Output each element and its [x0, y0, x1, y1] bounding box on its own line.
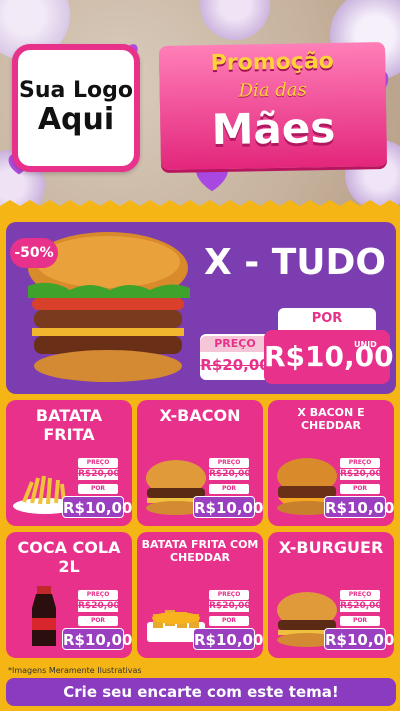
- new-price: R$10,00: [62, 496, 132, 518]
- new-price: R$10,00: [62, 628, 132, 650]
- promo-subtitle: Dia das: [238, 79, 307, 102]
- por-label: POR: [278, 308, 376, 330]
- promo-title: Promoção: [210, 48, 335, 77]
- product-title: X-BACON: [159, 406, 241, 425]
- price-block: PREÇO R$20,00 POR R$10,00: [193, 590, 263, 652]
- logo-line-1: Sua Logo: [18, 78, 133, 104]
- old-price: R$20,00: [340, 601, 382, 612]
- discount-badge: -50%: [10, 238, 58, 268]
- por-label: POR: [340, 484, 380, 494]
- price-block: PREÇO R$20,00 POR R$10,00: [193, 458, 263, 520]
- product-card[interactable]: X BACON E CHEDDAR PREÇO R$20,00 POR R$10,00: [268, 400, 394, 526]
- price-block: PREÇO R$20,00 POR R$10,00: [324, 590, 394, 652]
- price-block: PREÇO R$20,00 POR R$10,00: [324, 458, 394, 520]
- new-price: R$10,00: [264, 330, 394, 384]
- old-price: R$20,00: [209, 601, 251, 612]
- promo-main: Mães: [211, 102, 336, 155]
- promo-badge: Promoção Dia das Mães: [158, 42, 388, 170]
- preco-label: PREÇO: [209, 458, 249, 468]
- new-price: R$10,00: [193, 628, 263, 650]
- preco-label: PREÇO: [78, 458, 118, 468]
- por-label: POR: [78, 484, 118, 494]
- preco-label: PREÇO: [78, 590, 118, 600]
- new-price: R$10,00: [324, 496, 394, 518]
- product-card[interactable]: COCA COLA 2L PREÇO R$20,00 POR R$10,00: [6, 532, 132, 658]
- old-price: R$20,00: [200, 356, 270, 374]
- logo-line-2: Aqui: [37, 102, 115, 138]
- por-label: POR: [340, 616, 380, 626]
- product-title: X BACON E CHEDDAR: [297, 406, 365, 433]
- old-price: R$20,00: [78, 469, 120, 480]
- unid-label: UNID: [354, 340, 377, 349]
- product-title: BATATA FRITA COM CHEDDAR: [141, 538, 259, 565]
- cta-button[interactable]: Crie seu encarte com este tema!: [6, 678, 396, 706]
- product-title: X-BURGUER: [278, 538, 384, 557]
- product-card[interactable]: X-BURGUER PREÇO R$20,00 POR R$10,00: [268, 532, 394, 658]
- preco-label: PREÇO: [209, 590, 249, 600]
- por-label: POR: [78, 616, 118, 626]
- old-price: R$20,00: [340, 469, 382, 480]
- price-block: PREÇO R$20,00 POR R$10,00: [62, 458, 132, 520]
- preco-label: PREÇO: [340, 458, 380, 468]
- featured-title: X - TUDO: [203, 242, 387, 283]
- preco-label: PREÇO: [200, 336, 270, 352]
- product-title: COCA COLA 2L: [17, 538, 121, 576]
- new-price: R$10,00: [324, 628, 394, 650]
- product-title: BATATA FRITA: [35, 406, 103, 444]
- product-card[interactable]: BATATA FRITA PREÇO R$20,00 POR R$10,00: [6, 400, 132, 526]
- logo-placeholder: Sua Logo Aqui: [12, 44, 140, 172]
- product-card[interactable]: X-BACON PREÇO R$20,00 POR R$10,00: [137, 400, 263, 526]
- preco-label: PREÇO: [340, 590, 380, 600]
- old-price: R$20,00: [209, 469, 251, 480]
- por-label: POR: [209, 484, 249, 494]
- zigzag-border: [0, 200, 400, 214]
- por-label: POR: [209, 616, 249, 626]
- price-block: PREÇO R$20,00 POR R$10,00: [62, 590, 132, 652]
- flower-decoration: [200, 0, 270, 40]
- new-price: R$10,00: [193, 496, 263, 518]
- product-card[interactable]: BATATA FRITA COM CHEDDAR PREÇO R$20,00 POR R…: [137, 532, 263, 658]
- disclaimer: *Imagens Meramente Ilustrativas: [8, 666, 142, 675]
- old-price: R$20,00: [78, 601, 120, 612]
